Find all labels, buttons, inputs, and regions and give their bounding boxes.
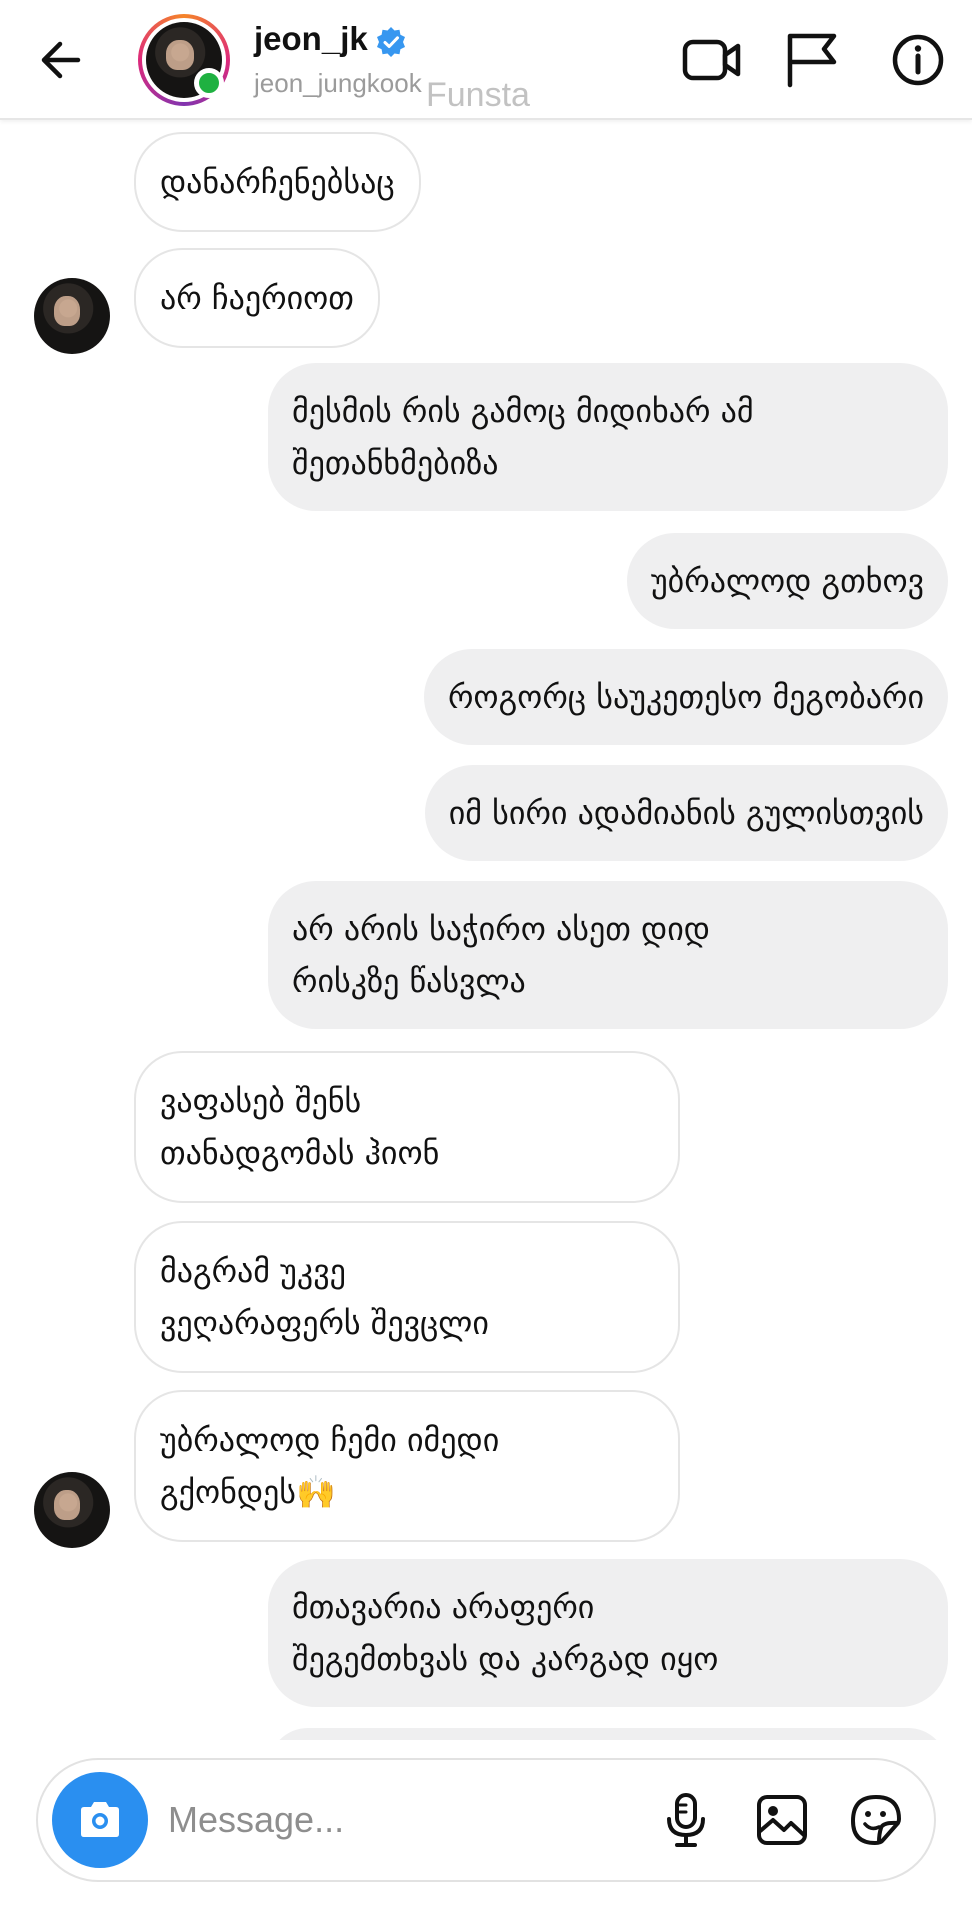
video-camera-icon (682, 39, 741, 81)
gallery-button[interactable] (752, 1790, 812, 1850)
gallery-icon (757, 1795, 807, 1845)
report-button[interactable] (780, 28, 844, 92)
incoming-message[interactable]: დანარჩენებსაც (134, 132, 421, 232)
back-button[interactable] (30, 30, 90, 90)
camera-icon (81, 1802, 119, 1837)
incoming-message[interactable]: მაგრამ უკვე ვეღარაფერს შევცლი (134, 1221, 680, 1373)
camera-button[interactable] (52, 1772, 148, 1868)
outgoing-message[interactable]: უბრალოდ გთხოვ (626, 533, 948, 629)
watermark-text: Funsta (426, 76, 530, 114)
sticker-icon (851, 1795, 901, 1845)
message-composer (36, 1758, 936, 1882)
outgoing-message[interactable]: იმ სირი ადამიანის გულისთვის (424, 765, 948, 861)
online-status-indicator (194, 68, 224, 98)
chat-username[interactable]: jeon_jk (254, 20, 368, 58)
sticker-button[interactable] (846, 1790, 906, 1850)
message-input[interactable] (168, 1792, 568, 1848)
outgoing-message[interactable]: არ არის საჭირო ასეთ დიდ რისკზე წასვლა (268, 881, 948, 1029)
flag-icon (787, 33, 837, 88)
chat-header: jeon_jk jeon_jungkook Funsta (0, 0, 972, 120)
incoming-message[interactable]: უბრალოდ ჩემი იმედი გქონდეს🙌 (134, 1390, 680, 1542)
outgoing-message[interactable]: მთავარია არაფერი შეგემთხვას და კარგად იყ… (268, 1559, 948, 1707)
verified-badge-icon (377, 27, 405, 57)
arrow-left-icon (41, 41, 81, 79)
sender-avatar[interactable] (34, 278, 110, 354)
microphone-icon (667, 1793, 705, 1847)
info-button[interactable] (886, 28, 950, 92)
outgoing-message[interactable]: როგორც საუკეთესო მეგობარი (423, 649, 948, 745)
video-call-button[interactable] (680, 28, 744, 92)
outgoing-message[interactable]: მესმის რის გამოც მიდიხარ ამ შეთანხმებიზა (268, 363, 948, 511)
voice-message-button[interactable] (656, 1790, 716, 1850)
sender-avatar[interactable] (34, 1472, 110, 1548)
message-thread[interactable]: დანარჩენებსაც არ ჩაერიოთ მესმის რის გამო… (0, 120, 972, 1740)
partial-outgoing-message (268, 1728, 948, 1740)
dm-screen: jeon_jk jeon_jungkook Funsta დანარჩენებს… (0, 0, 972, 1920)
incoming-message[interactable]: არ ჩაერიოთ (134, 248, 380, 348)
info-icon (892, 34, 944, 86)
chat-handle: jeon_jungkook (254, 68, 422, 98)
incoming-message[interactable]: ვაფასებ შენს თანადგომას ჰიონ (134, 1051, 680, 1203)
